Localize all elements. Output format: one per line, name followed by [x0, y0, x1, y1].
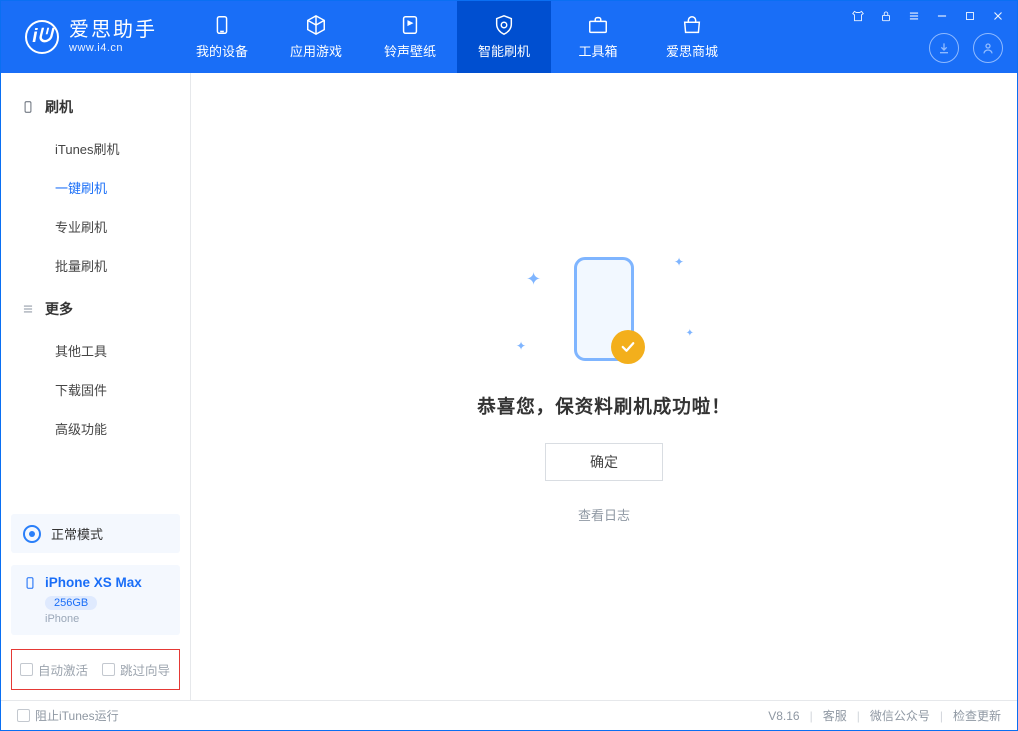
device-icon — [211, 14, 233, 36]
group-title-more: 更多 — [1, 293, 190, 331]
statusbar: 阻止iTunes运行 V8.16 | 客服 | 微信公众号 | 检查更新 — [1, 700, 1017, 730]
mode-box[interactable]: 正常模式 — [11, 514, 180, 553]
menu-icon[interactable] — [905, 7, 923, 25]
body: 刷机 iTunes刷机 一键刷机 专业刷机 批量刷机 更多 其他工具 下载固件 … — [1, 73, 1017, 700]
list-icon — [21, 302, 35, 316]
device-box[interactable]: iPhone XS Max 256GB iPhone — [11, 565, 180, 635]
group-title-flash: 刷机 — [1, 91, 190, 129]
device-name: iPhone XS Max — [45, 575, 142, 590]
shirt-icon[interactable] — [849, 7, 867, 25]
checkbox-auto-activate[interactable]: 自动激活 — [20, 660, 88, 679]
checkbox-block-itunes[interactable]: 阻止iTunes运行 — [17, 707, 119, 724]
nav-smart-flash[interactable]: 智能刷机 — [457, 1, 551, 73]
store-icon — [681, 14, 703, 36]
checkbox-icon — [17, 709, 30, 722]
shield-refresh-icon — [493, 14, 515, 36]
minimize-button[interactable] — [933, 7, 951, 25]
nav-store[interactable]: 爱思商城 — [645, 1, 739, 73]
sidebar-item-batch-flash[interactable]: 批量刷机 — [1, 246, 190, 285]
nav-toolbox[interactable]: 工具箱 — [551, 1, 645, 73]
phone-icon — [574, 257, 634, 361]
sidebar-item-other-tools[interactable]: 其他工具 — [1, 331, 190, 370]
sidebar: 刷机 iTunes刷机 一键刷机 专业刷机 批量刷机 更多 其他工具 下载固件 … — [1, 73, 191, 700]
version-label: V8.16 — [768, 709, 799, 723]
sidebar-item-pro-flash[interactable]: 专业刷机 — [1, 207, 190, 246]
success-illustration: ✦ ✦ ✦ ✦ — [514, 249, 694, 369]
maximize-button[interactable] — [961, 7, 979, 25]
main-nav: 我的设备 应用游戏 铃声壁纸 智能刷机 工具箱 爱思商城 — [175, 1, 739, 73]
download-button[interactable] — [929, 33, 959, 63]
bottom-options-highlight: 自动激活 跳过向导 — [11, 649, 180, 690]
nav-label: 爱思商城 — [666, 41, 718, 60]
nav-ringtones[interactable]: 铃声壁纸 — [363, 1, 457, 73]
status-link-update[interactable]: 检查更新 — [953, 707, 1001, 724]
header-right-actions — [929, 33, 1003, 63]
status-link-wechat[interactable]: 微信公众号 — [870, 707, 930, 724]
sidebar-item-itunes-flash[interactable]: iTunes刷机 — [1, 129, 190, 168]
nav-apps-games[interactable]: 应用游戏 — [269, 1, 363, 73]
view-log-link[interactable]: 查看日志 — [578, 505, 630, 524]
nav-my-device[interactable]: 我的设备 — [175, 1, 269, 73]
sidebar-item-one-click-flash[interactable]: 一键刷机 — [1, 168, 190, 207]
nav-label: 我的设备 — [196, 41, 248, 60]
nav-label: 工具箱 — [578, 41, 617, 60]
nav-label: 应用游戏 — [290, 41, 342, 60]
device-capacity: 256GB — [45, 596, 97, 610]
checkbox-icon — [102, 663, 115, 676]
header: iᕫ 爱思助手 www.i4.cn 我的设备 应用游戏 铃声壁纸 智能刷机 — [1, 1, 1017, 73]
nav-label: 智能刷机 — [478, 41, 530, 60]
cube-icon — [305, 14, 327, 36]
app-title: 爱思助手 — [69, 19, 157, 42]
window-controls — [849, 7, 1007, 25]
logo: iᕫ 爱思助手 www.i4.cn — [1, 19, 175, 55]
account-button[interactable] — [973, 33, 1003, 63]
briefcase-icon — [587, 14, 609, 36]
checkbox-skip-guide[interactable]: 跳过向导 — [102, 660, 170, 679]
nav-label: 铃声壁纸 — [384, 41, 436, 60]
app-window: iᕫ 爱思助手 www.i4.cn 我的设备 应用游戏 铃声壁纸 智能刷机 — [0, 0, 1018, 731]
ok-button[interactable]: 确定 — [545, 443, 663, 481]
checkbox-icon — [20, 663, 33, 676]
check-badge-icon — [611, 330, 645, 364]
mode-icon — [23, 525, 41, 543]
sidebar-item-advanced[interactable]: 高级功能 — [1, 409, 190, 448]
phone-icon — [21, 100, 35, 114]
success-message: 恭喜您，保资料刷机成功啦！ — [477, 393, 731, 419]
music-icon — [399, 14, 421, 36]
device-type: iPhone — [45, 613, 168, 625]
status-link-support[interactable]: 客服 — [823, 707, 847, 724]
main-content: ✦ ✦ ✦ ✦ 恭喜您，保资料刷机成功啦！ 确定 查看日志 — [191, 73, 1017, 700]
logo-icon: iᕫ — [25, 20, 59, 54]
app-subtitle: www.i4.cn — [69, 42, 157, 55]
sidebar-group-flash: 刷机 iTunes刷机 一键刷机 专业刷机 批量刷机 — [1, 91, 190, 285]
sidebar-item-download-firmware[interactable]: 下载固件 — [1, 370, 190, 409]
lock-icon[interactable] — [877, 7, 895, 25]
mode-label: 正常模式 — [51, 524, 103, 543]
sidebar-group-more: 更多 其他工具 下载固件 高级功能 — [1, 293, 190, 448]
close-button[interactable] — [989, 7, 1007, 25]
phone-small-icon — [23, 576, 37, 590]
